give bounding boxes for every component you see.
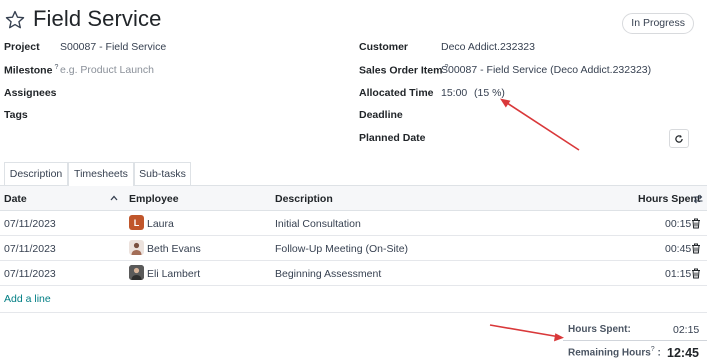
column-settings-icon[interactable]: [693, 194, 703, 204]
tags-label: Tags: [4, 109, 28, 121]
project-label: Project: [4, 41, 40, 53]
trash-icon[interactable]: [691, 243, 701, 254]
row-description: Beginning Assessment: [275, 268, 382, 280]
allocated-percent: (15 %): [474, 87, 505, 99]
allocated-time-field[interactable]: 15:00: [441, 87, 467, 99]
row-employee: Eli Lambert: [147, 268, 201, 280]
deadline-label: Deadline: [359, 109, 403, 121]
row-date: 07/11/2023: [4, 268, 56, 280]
refresh-icon: [675, 134, 683, 143]
trash-icon[interactable]: [691, 268, 701, 279]
assignees-field[interactable]: [60, 85, 280, 101]
milestone-label: Milestone?: [4, 64, 59, 77]
planned-date-field[interactable]: [441, 130, 641, 146]
remaining-hours-value: 12:45: [667, 346, 699, 360]
customer-field[interactable]: Deco Addict.232323: [441, 41, 535, 53]
help-icon[interactable]: ?: [651, 346, 655, 353]
row-description: Follow-Up Meeting (On-Site): [275, 243, 409, 255]
summary-divider: [563, 340, 707, 341]
row-hours: 00:45: [665, 243, 692, 255]
assignees-label: Assignees: [4, 87, 57, 99]
form-header: Field Service In Progress: [0, 0, 707, 40]
tab-description[interactable]: Description: [4, 162, 68, 186]
hours-spent-label: Hours Spent:: [568, 324, 631, 335]
table-row[interactable]: 07/11/2023 Beth Evans Follow-Up Meeting …: [0, 236, 707, 261]
table-row[interactable]: 07/11/2023 Eli Lambert Beginning Assessm…: [0, 261, 707, 286]
add-line-link[interactable]: Add a line: [4, 293, 51, 305]
star-icon[interactable]: [4, 9, 26, 31]
row-hours: 00:15: [665, 218, 692, 230]
milestone-field[interactable]: e.g. Product Launch: [60, 64, 154, 76]
row-date: 07/11/2023: [4, 218, 56, 230]
sales-order-field[interactable]: S00087 - Field Service (Deco Addict.2323…: [441, 64, 651, 76]
arrow-to-summary: [489, 324, 564, 342]
row-employee: Beth Evans: [147, 243, 201, 255]
row-hours: 01:15: [665, 268, 692, 280]
allocated-time-label: Allocated Time: [359, 87, 434, 99]
row-description: Initial Consultation: [275, 218, 361, 230]
page-title: Field Service: [33, 6, 162, 31]
table-header: Date Employee Description Hours Spent: [0, 186, 707, 211]
avatar: L: [129, 215, 144, 230]
sort-up-icon[interactable]: [110, 195, 118, 201]
remaining-hours-label: Remaining Hours? :: [568, 346, 661, 359]
column-employee[interactable]: Employee: [129, 193, 179, 205]
row-employee: Laura: [147, 218, 174, 230]
planned-date-label: Planned Date: [359, 132, 426, 144]
column-description[interactable]: Description: [275, 193, 333, 205]
help-icon[interactable]: ?: [54, 64, 58, 71]
table-row[interactable]: 07/11/2023 L Laura Initial Consultation …: [0, 211, 707, 236]
status-badge[interactable]: In Progress: [622, 13, 694, 34]
deadline-field[interactable]: [441, 107, 641, 123]
row-date: 07/11/2023: [4, 243, 56, 255]
customer-label: Customer: [359, 41, 409, 53]
column-hours-spent[interactable]: Hours Spent: [638, 193, 700, 205]
project-field[interactable]: S00087 - Field Service: [60, 41, 166, 53]
table-footer-divider: [0, 312, 707, 313]
hours-spent-value: 02:15: [673, 324, 700, 336]
avatar: [129, 265, 144, 280]
refresh-button[interactable]: [669, 129, 689, 148]
tab-sub-tasks[interactable]: Sub-tasks: [134, 162, 191, 186]
tab-timesheets[interactable]: Timesheets: [68, 162, 134, 186]
sales-order-label: Sales Order Item?: [359, 64, 449, 77]
column-date[interactable]: Date: [4, 193, 27, 205]
trash-icon[interactable]: [691, 218, 701, 229]
tags-field[interactable]: [60, 107, 280, 123]
avatar: [129, 240, 144, 255]
